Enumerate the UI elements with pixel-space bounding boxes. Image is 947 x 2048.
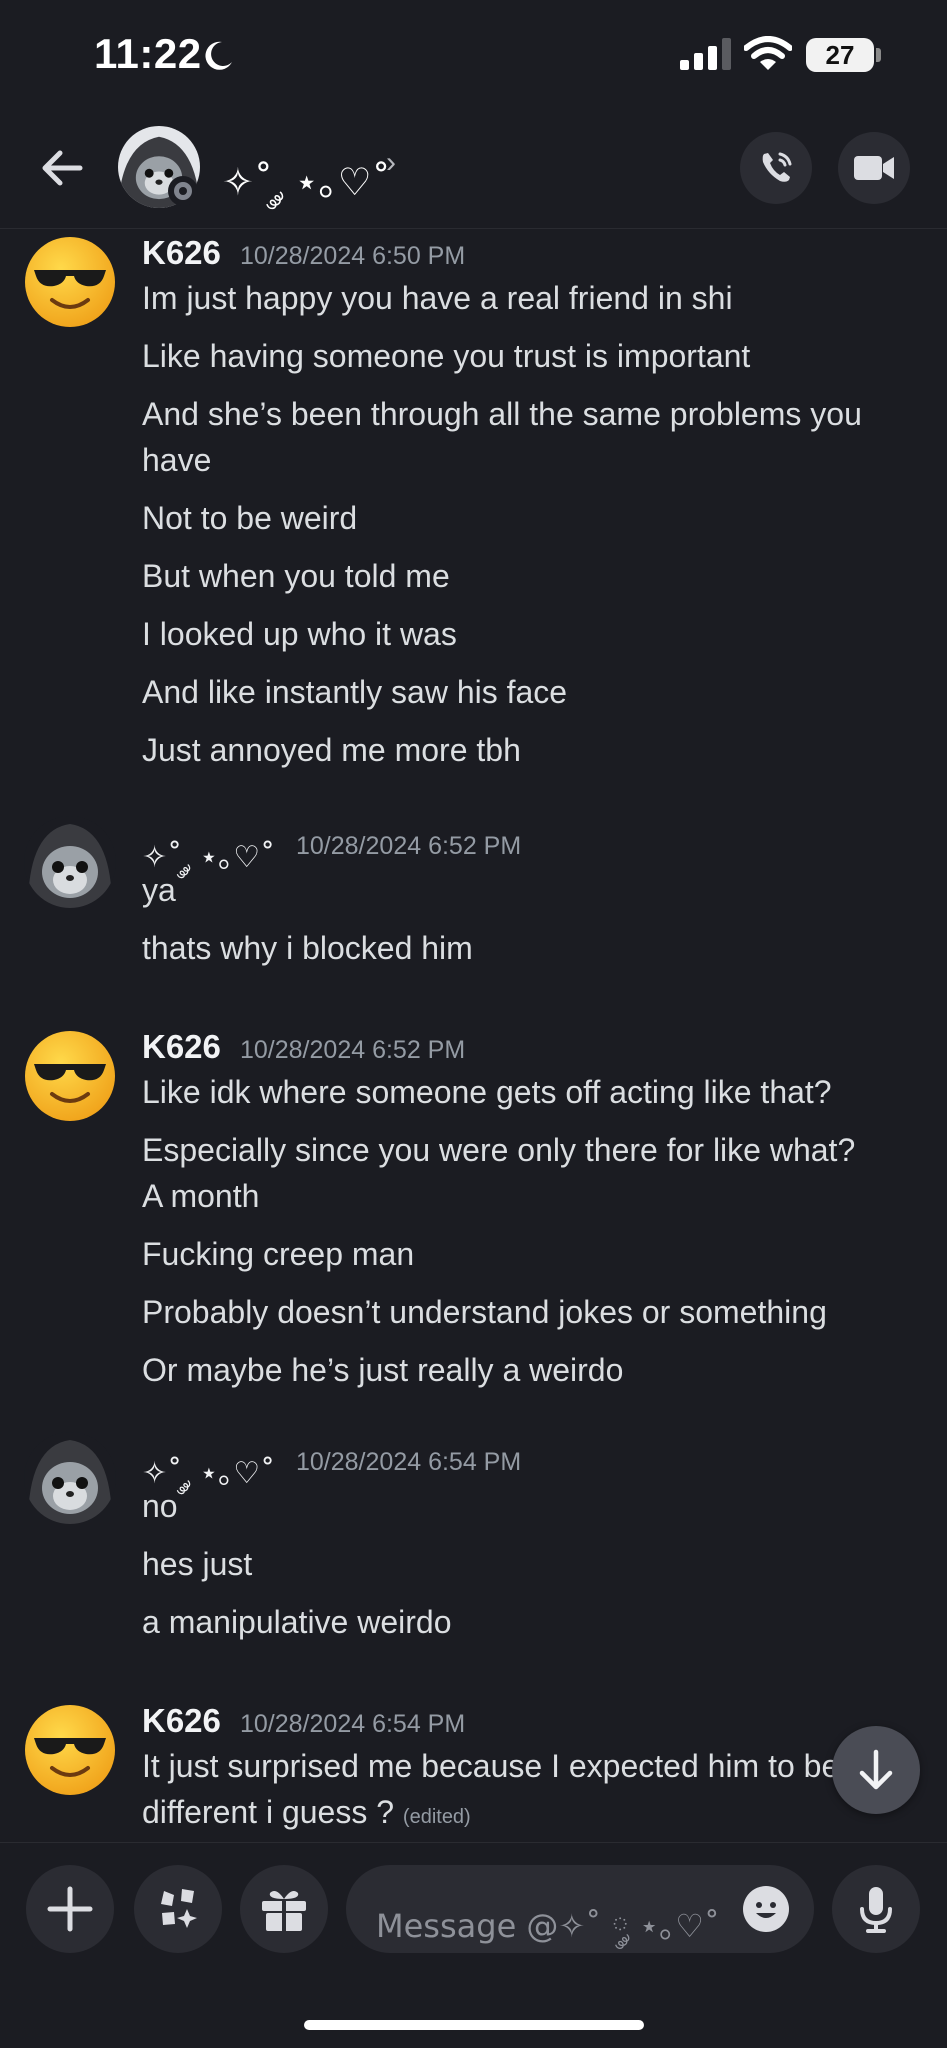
k626-avatar[interactable] bbox=[24, 1704, 116, 1796]
microphone-icon bbox=[860, 1887, 892, 1933]
message-text[interactable]: have bbox=[142, 442, 211, 479]
message-text[interactable]: different i guess ? (edited) bbox=[142, 1794, 471, 1831]
apps-icon bbox=[161, 1889, 197, 1928]
seal-avatar-image bbox=[24, 816, 116, 908]
sunglasses-emoji-icon bbox=[25, 237, 115, 327]
message-text[interactable]: Especially since you were only there for… bbox=[142, 1132, 855, 1169]
message-text[interactable]: A month bbox=[142, 1178, 259, 1215]
message-list[interactable]: K626 10/28/2024 6:50 PM Im just happy yo… bbox=[0, 228, 947, 1840]
message-timestamp: 10/28/2024 6:54 PM bbox=[296, 1448, 522, 1476]
phone-call-icon bbox=[762, 152, 792, 182]
message-text[interactable]: And she’s been through all the same prob… bbox=[142, 396, 862, 433]
k626-avatar[interactable] bbox=[24, 236, 116, 328]
message-input[interactable]: Message @✧˚ ༘ ⋆｡♡˚ bbox=[346, 1865, 814, 1953]
battery-level: 27 bbox=[825, 40, 855, 70]
home-indicator bbox=[304, 2020, 644, 2030]
back-arrow-icon[interactable] bbox=[36, 142, 88, 194]
message-text[interactable]: And like instantly saw his face bbox=[142, 674, 567, 711]
recipient-message-avatar[interactable] bbox=[24, 1432, 116, 1524]
video-camera-icon bbox=[854, 156, 894, 180]
message-text[interactable]: But when you told me bbox=[142, 558, 450, 595]
jump-to-bottom-button[interactable] bbox=[832, 1726, 920, 1814]
seal-avatar-image bbox=[24, 1432, 116, 1524]
message-text[interactable]: Probably doesn’t understand jokes or som… bbox=[142, 1294, 827, 1331]
message-text-part: different i guess ? bbox=[142, 1794, 395, 1830]
gift-icon bbox=[262, 1891, 306, 1931]
attach-button[interactable] bbox=[26, 1865, 114, 1953]
plus-icon bbox=[47, 1886, 93, 1932]
chevron-right-icon[interactable]: › bbox=[386, 146, 396, 180]
message-text[interactable]: thats why i blocked him bbox=[142, 930, 473, 967]
message-timestamp: 10/28/2024 6:54 PM bbox=[240, 1710, 466, 1738]
message-author[interactable]: K626 bbox=[142, 1028, 221, 1066]
edited-label: (edited) bbox=[402, 1806, 471, 1828]
voice-message-button[interactable] bbox=[832, 1865, 920, 1953]
wifi-icon bbox=[744, 36, 792, 70]
signal-icon bbox=[680, 38, 731, 70]
status-time: 11:22 bbox=[94, 30, 202, 77]
battery-nub bbox=[876, 48, 881, 62]
message-text[interactable]: no bbox=[142, 1488, 178, 1525]
message-text[interactable]: Like idk where someone gets off acting l… bbox=[142, 1074, 832, 1111]
emoji-icon[interactable] bbox=[742, 1885, 790, 1933]
message-timestamp: 10/28/2024 6:52 PM bbox=[296, 832, 522, 860]
chat-header: ✧˚ ༘ ⋆｡♡˚ › bbox=[0, 110, 947, 229]
gift-button[interactable] bbox=[240, 1865, 328, 1953]
message-text[interactable]: Or maybe he’s just really a weirdo bbox=[142, 1352, 623, 1389]
apps-button[interactable] bbox=[134, 1865, 222, 1953]
sunglasses-emoji-icon bbox=[25, 1031, 115, 1121]
message-text[interactable]: I looked up who it was bbox=[142, 616, 457, 653]
message-author[interactable]: K626 bbox=[142, 1702, 221, 1740]
k626-avatar[interactable] bbox=[24, 1030, 116, 1122]
message-input-placeholder: Message @✧˚ ༘ ⋆｡♡˚ bbox=[376, 1907, 720, 1945]
message-timestamp: 10/28/2024 6:52 PM bbox=[240, 1036, 466, 1064]
message-text[interactable]: hes just bbox=[142, 1546, 252, 1583]
message-text[interactable]: It just surprised me because I expected … bbox=[142, 1748, 839, 1785]
message-text[interactable]: Not to be weird bbox=[142, 500, 357, 537]
status-bar: 11:22 27 bbox=[0, 0, 947, 110]
recipient-message-avatar[interactable] bbox=[24, 816, 116, 908]
voice-call-button[interactable] bbox=[740, 132, 812, 204]
sunglasses-emoji-icon bbox=[25, 1705, 115, 1795]
moon-icon bbox=[205, 41, 232, 70]
message-text[interactable]: a manipulative weirdo bbox=[142, 1604, 452, 1641]
message-text[interactable]: Im just happy you have a real friend in … bbox=[142, 280, 733, 317]
message-text[interactable]: ya bbox=[142, 872, 176, 909]
offline-status-icon bbox=[168, 176, 198, 206]
message-timestamp: 10/28/2024 6:50 PM bbox=[240, 242, 466, 270]
message-author[interactable]: K626 bbox=[142, 234, 221, 272]
message-text[interactable]: Just annoyed me more tbh bbox=[142, 732, 521, 769]
video-call-button[interactable] bbox=[838, 132, 910, 204]
arrow-down-icon bbox=[859, 1749, 893, 1790]
battery-indicator: 27 bbox=[806, 38, 874, 72]
message-composer: Message @✧˚ ༘ ⋆｡♡˚ bbox=[0, 1842, 947, 1963]
message-text[interactable]: Fucking creep man bbox=[142, 1236, 414, 1273]
message-text[interactable]: Like having someone you trust is importa… bbox=[142, 338, 750, 375]
